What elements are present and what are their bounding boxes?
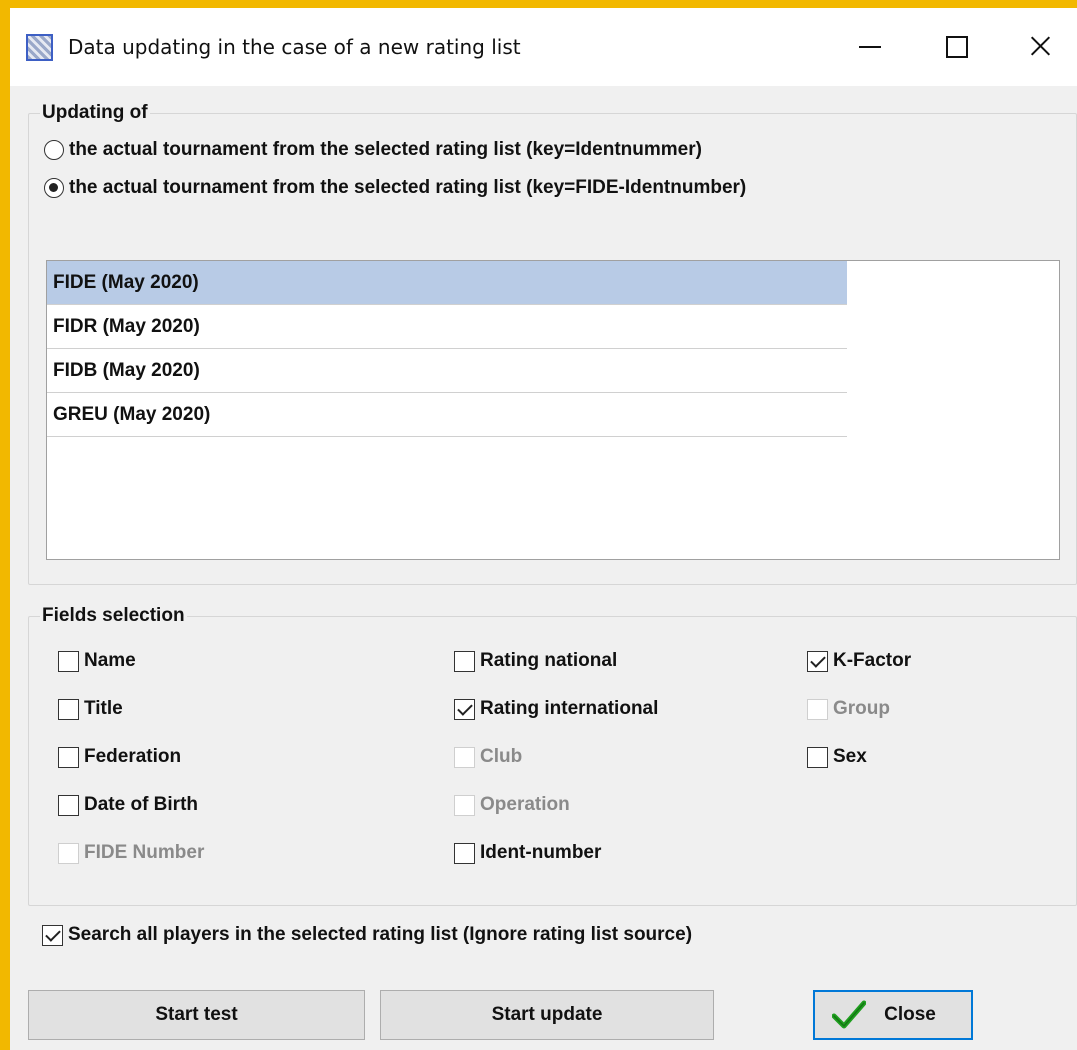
checkbox-date-of-birth[interactable]: Date of Birth — [58, 792, 198, 818]
checkbox[interactable] — [454, 698, 475, 720]
checkbox-operation: Operation — [454, 792, 570, 818]
checkbox[interactable] — [454, 842, 475, 864]
start-update-button[interactable]: Start update — [380, 990, 714, 1040]
checkbox-rating-international[interactable]: Rating international — [454, 696, 658, 722]
button-label: Start test — [155, 1004, 238, 1025]
checkbox-label: Rating international — [480, 698, 659, 719]
checkbox-label: Club — [480, 746, 523, 767]
checkbox-title[interactable]: Title — [58, 696, 123, 722]
checkbox-label: Title — [84, 698, 123, 719]
checkbox[interactable] — [807, 650, 828, 672]
checkbox-label: Sex — [833, 746, 867, 767]
start-test-button[interactable]: Start test — [28, 990, 365, 1040]
checkbox — [454, 794, 475, 816]
radio-key-identnummer[interactable]: the actual tournament from the selected … — [44, 138, 702, 162]
checkmark-icon — [832, 1000, 867, 1029]
checkbox-ident-number[interactable]: Ident-number — [454, 840, 601, 866]
close-window-button[interactable] — [1005, 8, 1075, 86]
maximize-button[interactable] — [920, 8, 990, 86]
minimize-button[interactable] — [835, 8, 905, 86]
radio-key-fide-identnumber[interactable]: the actual tournament from the selected … — [44, 176, 746, 200]
checkbox-fide-number: FIDE Number — [58, 840, 204, 866]
checkbox-label: Rating national — [480, 650, 618, 671]
list-item[interactable]: FIDB (May 2020) — [47, 349, 847, 393]
checkbox-label: K-Factor — [833, 650, 912, 671]
checkbox-search-all-players[interactable]: Search all players in the selected ratin… — [42, 922, 692, 948]
title-bar[interactable]: Data updating in the case of a new ratin… — [10, 8, 1077, 86]
checkbox-name[interactable]: Name — [58, 648, 136, 674]
checkbox-label: Ident-number — [480, 842, 602, 863]
list-item[interactable]: FIDR (May 2020) — [47, 305, 847, 349]
checkbox[interactable] — [42, 924, 63, 946]
checkbox[interactable] — [58, 746, 79, 768]
checkbox-group: Group — [807, 696, 890, 722]
checkbox-label: Search all players in the selected ratin… — [68, 924, 693, 945]
fields-group-title: Fields selection — [40, 605, 187, 627]
checkbox-label: Federation — [84, 746, 182, 767]
rating-list-box[interactable]: FIDE (May 2020) FIDR (May 2020) FIDB (Ma… — [46, 260, 1060, 560]
checkbox[interactable] — [58, 698, 79, 720]
list-item[interactable]: FIDE (May 2020) — [47, 261, 847, 305]
checkbox-label: Name — [84, 650, 136, 671]
radio-button[interactable] — [44, 178, 64, 198]
checkbox[interactable] — [58, 794, 79, 816]
checkbox[interactable] — [58, 650, 79, 672]
checkbox[interactable] — [807, 746, 828, 768]
checkbox — [807, 698, 828, 720]
checkbox[interactable] — [454, 650, 475, 672]
button-label: Start update — [491, 1004, 603, 1025]
updating-group-title: Updating of — [40, 102, 150, 124]
checkbox-label: Group — [833, 698, 890, 719]
button-label: Close — [884, 1004, 936, 1025]
dialog-window: Data updating in the case of a new ratin… — [10, 8, 1077, 1050]
radio-label: the actual tournament from the selected … — [69, 177, 747, 198]
checkbox-label: FIDE Number — [84, 842, 205, 863]
list-item[interactable]: GREU (May 2020) — [47, 393, 847, 437]
radio-button[interactable] — [44, 140, 64, 160]
checkbox-club: Club — [454, 744, 522, 770]
window-title: Data updating in the case of a new ratin… — [68, 35, 521, 59]
close-button[interactable]: Close — [813, 990, 973, 1040]
checkbox-label: Date of Birth — [84, 794, 198, 815]
checkbox — [58, 842, 79, 864]
radio-label: the actual tournament from the selected … — [69, 139, 702, 160]
checkbox-federation[interactable]: Federation — [58, 744, 181, 770]
checkbox-k-factor[interactable]: K-Factor — [807, 648, 911, 674]
checkbox-rating-national[interactable]: Rating national — [454, 648, 617, 674]
checkbox — [454, 746, 475, 768]
checkbox-sex[interactable]: Sex — [807, 744, 867, 770]
checkbox-label: Operation — [480, 794, 570, 815]
app-icon — [26, 34, 53, 61]
